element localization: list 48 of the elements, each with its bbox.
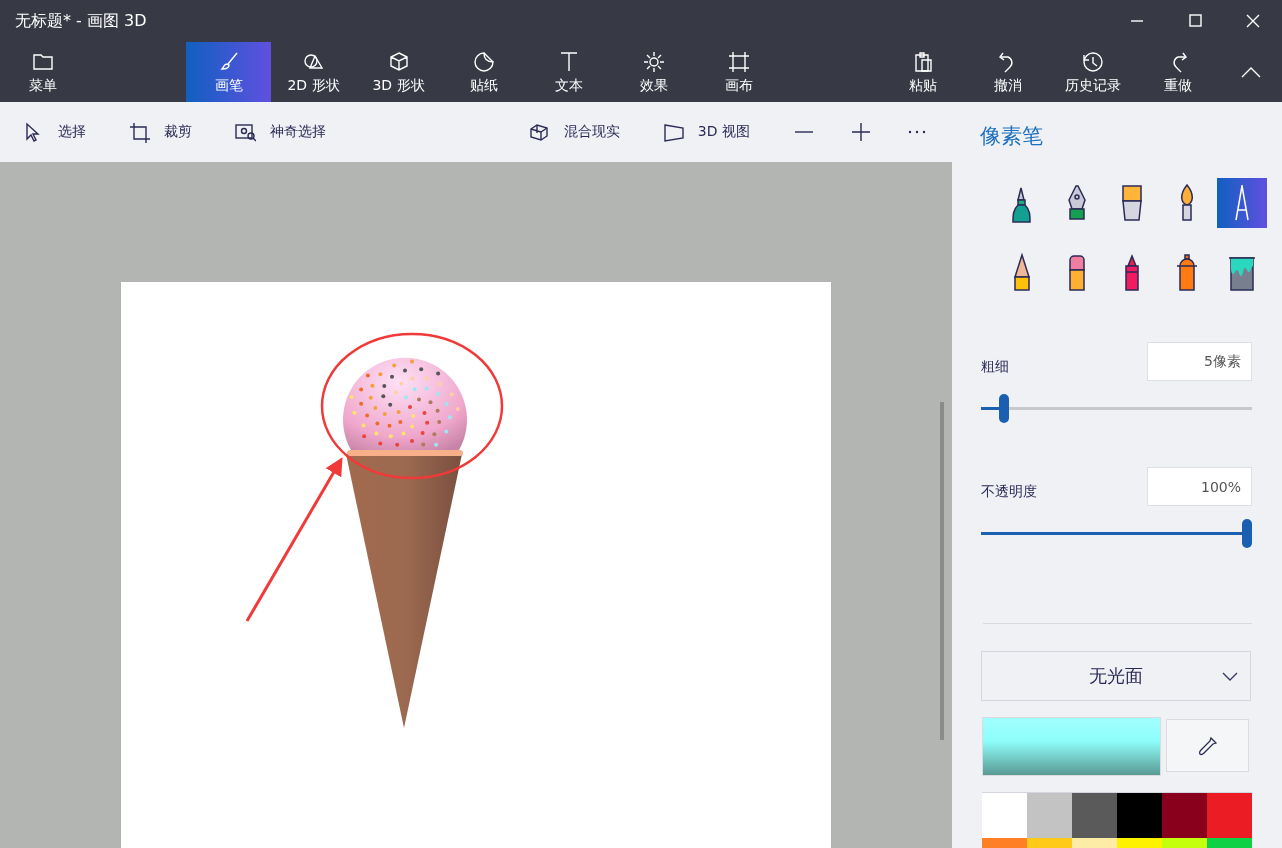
chevron-up-icon[interactable]	[1240, 65, 1262, 79]
tool-button[interactable]: 混合现实	[519, 110, 628, 154]
ribbon-tab[interactable]: 画笔	[186, 42, 271, 102]
ribbon-tab[interactable]: 贴纸	[441, 42, 526, 102]
ribbon-tab[interactable]: 效果	[611, 42, 696, 102]
color-swatch[interactable]	[1117, 793, 1162, 838]
ribbon-tab[interactable]: 3D 形状	[356, 42, 441, 102]
scrollbar[interactable]	[940, 402, 944, 740]
tool-button[interactable]: 选择	[14, 110, 94, 154]
view3d-icon	[661, 121, 684, 143]
tool-button[interactable]: 裁剪	[120, 110, 200, 154]
window-title: 无标题* - 画图 3D	[14, 10, 148, 32]
minus-icon	[794, 131, 814, 133]
slider-label: 不透明度	[981, 482, 1037, 501]
slider-thumb[interactable]	[1242, 519, 1252, 548]
maximize-icon[interactable]	[1187, 13, 1203, 29]
ribbon-button[interactable]: 历史记录	[1050, 42, 1135, 102]
brush-button[interactable]	[1217, 178, 1267, 228]
panel-title: 像素笔	[980, 123, 1044, 150]
magic-select-icon	[234, 121, 256, 143]
close-icon[interactable]	[1245, 13, 1261, 29]
crop-icon	[128, 121, 150, 143]
slider-thumb[interactable]	[999, 394, 1010, 423]
ribbon-tab[interactable]: 2D 形状	[271, 42, 356, 102]
ribbon-button[interactable]: 重做	[1135, 42, 1220, 102]
ribbon-tab[interactable]: 画布	[696, 42, 781, 102]
color-swatch[interactable]	[1072, 793, 1117, 838]
color-swatch[interactable]	[1207, 793, 1252, 838]
color-swatch[interactable]	[1162, 793, 1207, 838]
mixed-reality-icon	[527, 121, 550, 143]
ribbon-button[interactable]: 撤消	[965, 42, 1050, 102]
tool-button[interactable]: 神奇选择	[226, 110, 334, 154]
slider-label: 粗细	[981, 357, 1009, 376]
value-field[interactable]: 100%	[1147, 467, 1252, 506]
round-brush-icon	[1180, 184, 1194, 222]
tool-button[interactable]: 3D 视图	[653, 110, 758, 154]
pixel-pen-icon	[1235, 185, 1249, 221]
ribbon-button[interactable]: 粘贴	[880, 42, 965, 102]
color-swatch[interactable]	[982, 793, 1027, 838]
menu-button[interactable]: 菜单	[0, 42, 85, 102]
finish-dropdown[interactable]: 无光面	[981, 651, 1251, 701]
chevron-down-icon	[1222, 672, 1238, 682]
value-field[interactable]: 5像素	[1147, 342, 1252, 381]
color-swatch[interactable]	[1027, 793, 1072, 838]
more-icon	[908, 130, 926, 134]
ribbon-tab[interactable]: 文本	[526, 42, 611, 102]
plus-icon	[850, 121, 872, 143]
eyedropper-icon	[1196, 734, 1219, 757]
